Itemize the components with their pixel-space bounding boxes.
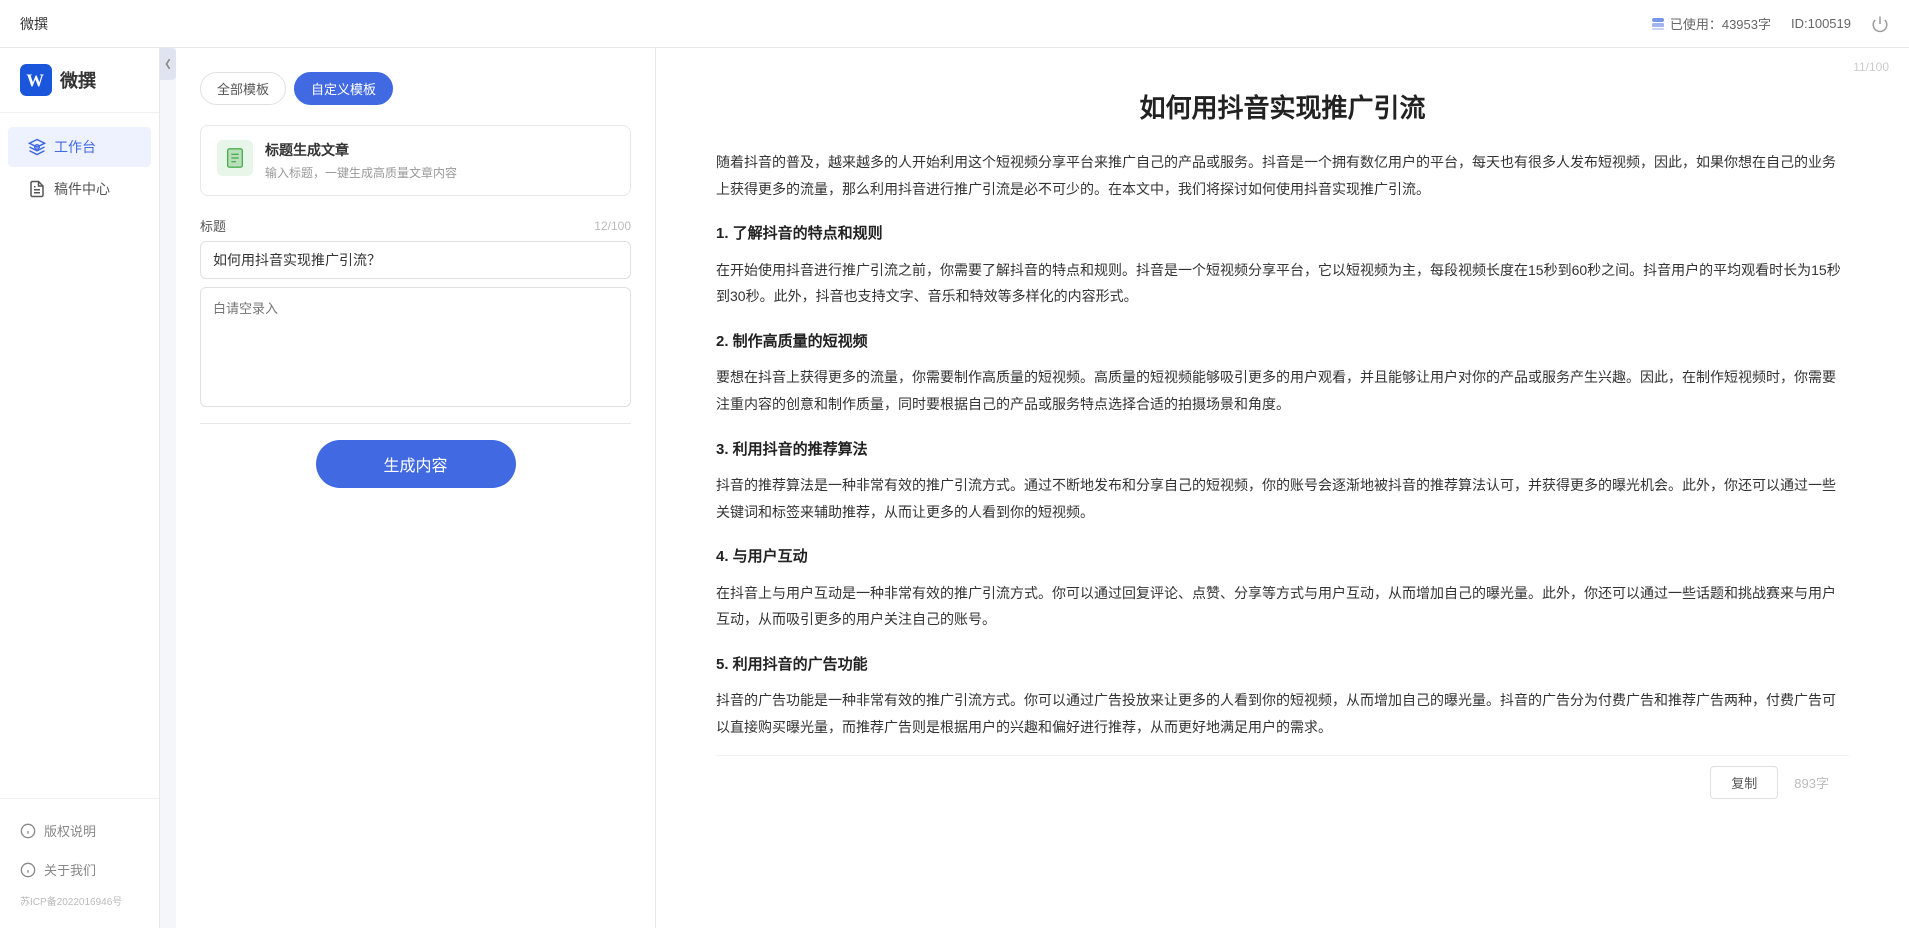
- icp-text: 苏ICP备2022016946号: [0, 889, 159, 916]
- sidebar-nav: 工作台 稿件中心: [0, 113, 159, 223]
- power-icon[interactable]: [1871, 15, 1889, 33]
- article-para-0: 随着抖音的普及，越来越多的人开始利用这个短视频分享平台来推广自己的产品或服务。抖…: [716, 149, 1849, 202]
- left-panel: 全部模板 自定义模板 标题生成文章 输入标题，一键生成高质量文章内容: [176, 48, 656, 928]
- article-title: 如何用抖音实现推广引流: [716, 88, 1849, 125]
- article-para-2: 在开始使用抖音进行推广引流之前，你需要了解抖音的特点和规则。抖音是一个短视频分享…: [716, 257, 1849, 310]
- chevron-left-icon: [163, 56, 173, 72]
- sidebar-item-drafts[interactable]: 稿件中心: [8, 169, 151, 209]
- word-count: 893字: [1794, 773, 1829, 792]
- collapse-sidebar-button[interactable]: [160, 48, 176, 80]
- usage-text: 已使用：43953字: [1670, 14, 1771, 33]
- copy-button[interactable]: 复制: [1710, 766, 1778, 799]
- main-layout: W 微撰 工作台: [0, 48, 1909, 928]
- template-info: 标题生成文章 输入标题，一键生成高质量文章内容: [265, 140, 457, 181]
- logo-text: 微撰: [60, 67, 96, 93]
- usage-info: 已使用：43953字: [1650, 14, 1771, 33]
- template-card-icon: [217, 140, 253, 176]
- article-para-4: 要想在抖音上获得更多的流量，你需要制作高质量的短视频。高质量的短视频能够吸引更多…: [716, 364, 1849, 417]
- template-card[interactable]: 标题生成文章 输入标题，一键生成高质量文章内容: [200, 125, 631, 196]
- file-icon: [28, 180, 46, 198]
- article-heading-7: 4. 与用户互动: [716, 543, 1849, 572]
- bottom-bar: 复制 893字: [716, 755, 1849, 809]
- sidebar-logo: W 微撰: [0, 48, 159, 113]
- article-body: 随着抖音的普及，越来越多的人开始利用这个短视频分享平台来推广自己的产品或服务。抖…: [716, 149, 1849, 741]
- title-char-count: 12/100: [594, 219, 631, 233]
- title-input[interactable]: [200, 241, 631, 279]
- title-label: 标题 12/100: [200, 216, 631, 235]
- sidebar: W 微撰 工作台: [0, 48, 160, 928]
- topbar: 微撰 已使用：43953字 ID:100519: [0, 0, 1909, 48]
- article-para-6: 抖音的推荐算法是一种非常有效的推广引流方式。通过不断地发布和分享自己的短视频，你…: [716, 472, 1849, 525]
- logo-icon: W: [20, 64, 52, 96]
- circle-info-icon-about: [20, 862, 36, 878]
- sidebar-about-label: 关于我们: [44, 860, 96, 879]
- content-textarea[interactable]: [200, 287, 631, 407]
- sidebar-item-workbench-label: 工作台: [54, 137, 96, 157]
- sidebar-copyright-label: 版权说明: [44, 821, 96, 840]
- sidebar-item-drafts-label: 稿件中心: [54, 179, 110, 199]
- tab-custom-templates[interactable]: 自定义模板: [294, 72, 393, 105]
- sidebar-item-about[interactable]: 关于我们: [0, 850, 159, 889]
- title-form-group: 标题 12/100: [200, 216, 631, 279]
- content-area: 全部模板 自定义模板 标题生成文章 输入标题，一键生成高质量文章内容: [176, 48, 1909, 928]
- page-indicator: 11/100: [1853, 60, 1889, 74]
- article-heading-9: 5. 利用抖音的广告功能: [716, 651, 1849, 680]
- article-para-10: 抖音的广告功能是一种非常有效的推广引流方式。你可以通过广告投放来让更多的人看到你…: [716, 687, 1849, 740]
- divider: [200, 423, 631, 424]
- article-heading-3: 2. 制作高质量的短视频: [716, 328, 1849, 357]
- document-icon: [224, 147, 246, 169]
- topbar-right: 已使用：43953字 ID:100519: [1650, 14, 1889, 33]
- circle-info-icon-copyright: [20, 823, 36, 839]
- template-desc: 输入标题，一键生成高质量文章内容: [265, 164, 457, 181]
- sidebar-item-workbench[interactable]: 工作台: [8, 127, 151, 167]
- id-info: ID:100519: [1791, 16, 1851, 31]
- article-para-8: 在抖音上与用户互动是一种非常有效的推广引流方式。你可以通过回复评论、点赞、分享等…: [716, 580, 1849, 633]
- tab-all-templates[interactable]: 全部模板: [200, 72, 286, 105]
- template-name: 标题生成文章: [265, 140, 457, 160]
- generate-button[interactable]: 生成内容: [316, 440, 516, 488]
- article-heading-1: 1. 了解抖音的特点和规则: [716, 220, 1849, 249]
- sidebar-bottom: 版权说明 关于我们 苏ICP备2022016946号: [0, 798, 159, 928]
- topbar-title: 微撰: [20, 14, 48, 34]
- article-heading-5: 3. 利用抖音的推荐算法: [716, 436, 1849, 465]
- home-icon: [28, 138, 46, 156]
- template-tabs: 全部模板 自定义模板: [200, 72, 631, 105]
- database-icon: [1650, 16, 1666, 32]
- sidebar-item-copyright[interactable]: 版权说明: [0, 811, 159, 850]
- right-panel: 11/100 如何用抖音实现推广引流 随着抖音的普及，越来越多的人开始利用这个短…: [656, 48, 1909, 928]
- svg-text:W: W: [26, 70, 44, 90]
